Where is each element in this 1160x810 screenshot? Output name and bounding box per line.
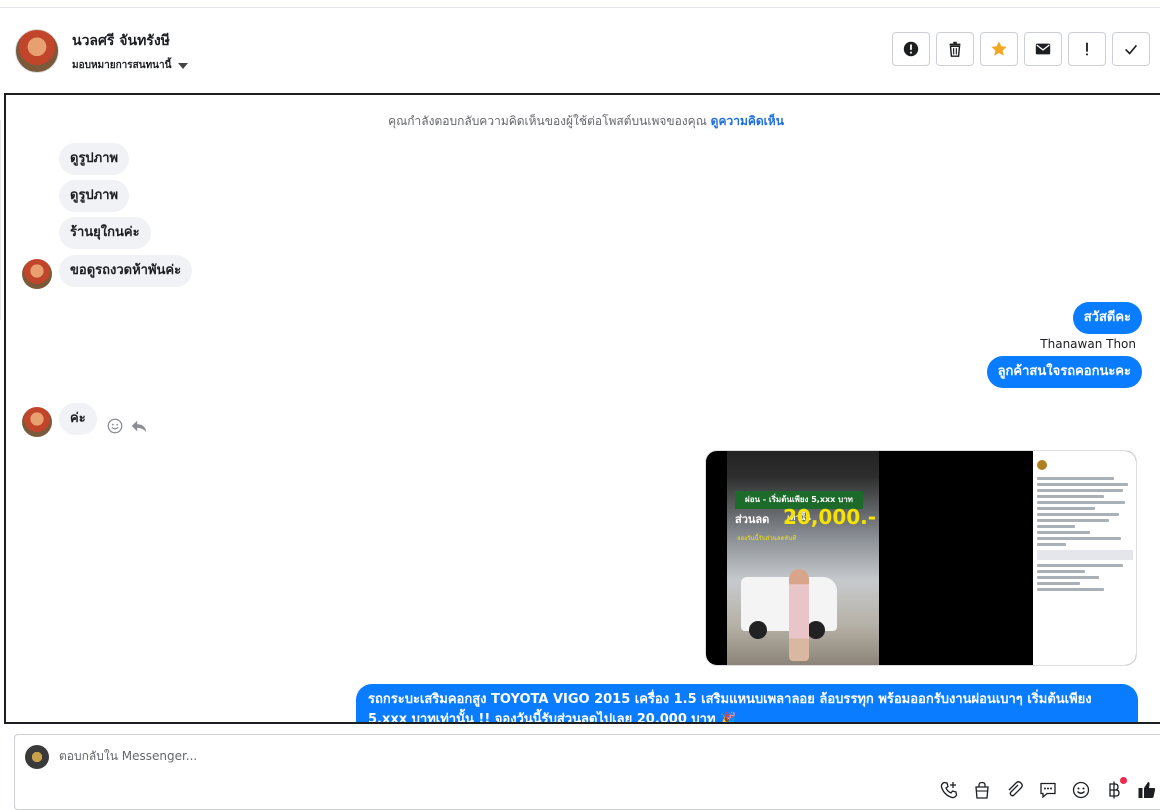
contact-avatar-small[interactable] [22,407,52,437]
assign-label: มอบหมายการสนทนานี้ [72,60,172,71]
contact-avatar[interactable] [15,29,59,73]
post-text-line [1037,501,1126,504]
star-icon [991,41,1007,56]
discount-price: 20,000.- [783,505,877,529]
person-image [789,569,809,661]
call-button[interactable] [938,779,960,801]
mark-unread-button[interactable] [1024,32,1062,66]
incoming-message[interactable]: ขอดูรถงวดห้าพันค่ะ [59,255,193,287]
notification-dot [1120,777,1127,784]
phone-add-icon [940,781,958,799]
post-text-line [1037,489,1124,492]
page-avatar-mini [1037,460,1047,470]
check-icon [1125,44,1138,55]
bag-icon [975,781,989,799]
post-text-line [1037,582,1081,585]
header-actions [892,32,1150,66]
truck-wheel [807,621,825,639]
contact-avatar-small[interactable] [22,259,52,289]
sender-name: Thanawan Thon [1040,337,1136,351]
message-actions [106,417,148,435]
mark-done-button[interactable] [1112,32,1150,66]
post-text-line [1037,588,1105,591]
video-thumbnail[interactable]: ผ่อน - เริ่มต้นเพียง 5,xxx บาทเท่านั้น ส… [727,451,879,665]
outgoing-message[interactable]: สวัสดีคะ [1072,302,1142,334]
emoji-icon [1072,781,1090,799]
reply-composer [14,734,1160,810]
post-text-line [1037,513,1119,516]
post-text-line [1037,564,1124,567]
post-text-line [1037,537,1122,540]
post-text-line [1037,495,1105,498]
post-text-line [1037,531,1090,534]
post-text-line [1037,507,1095,510]
incoming-message[interactable]: ค่ะ [59,403,97,435]
page-avatar [25,745,49,769]
chevron-down-icon [178,62,189,69]
incoming-message[interactable]: ร้านยุใกนค่ะ [59,217,151,249]
shop-button[interactable] [971,779,993,801]
reply-icon[interactable] [130,417,148,435]
conversation-header: นวลศรี จันทรังษี มอบหมายการสนทนานี้ [0,8,1160,92]
contact-name[interactable]: นวลศรี จันทรังษี [72,30,170,52]
saved-replies-button[interactable] [1037,779,1059,801]
message-thread[interactable]: คุณกำลังตอบกลับความคิดเห็นของผู้ใช้ต่อโพ… [4,93,1160,724]
shared-post-attachment[interactable]: ผ่อน - เริ่มต้นเพียง 5,xxx บาทเท่านั้น ส… [705,450,1137,666]
exclamation-icon [1086,42,1088,56]
view-comment-link[interactable]: ดูความคิดเห็น [711,114,784,128]
post-action-bar [1037,550,1133,560]
chat-bubble-icon [1040,782,1056,799]
post-text-line [1037,576,1100,579]
incoming-message[interactable]: ดูรูปภาพ [59,180,130,212]
alert-circle-icon [903,41,919,57]
post-text-line [1037,525,1076,528]
messenger-inbox: นวลศรี จันทรังษี มอบหมายการสนทนานี้ คุณก… [0,0,1160,810]
incoming-message[interactable]: ดูรูปภาพ [59,143,130,175]
trash-icon [949,41,961,57]
post-text-line [1037,543,1066,546]
left-divider [0,120,1,320]
paperclip-icon [1008,781,1023,797]
delete-button[interactable] [936,32,974,66]
post-text-line [1037,570,1085,573]
like-button[interactable] [1136,779,1158,801]
post-text-line [1037,483,1129,486]
post-text-line [1037,477,1114,480]
reply-notice-text: คุณกำลังตอบกลับความคิดเห็นของผู้ใช้ต่อโพ… [388,114,707,128]
outgoing-message-long[interactable]: รถกระบะเสริมคอกสูง TOYOTA VIGO 2015 เครื… [356,684,1138,722]
thumbs-up-icon [1138,782,1156,798]
follow-up-button[interactable] [1068,32,1106,66]
star-button[interactable] [980,32,1018,66]
assign-conversation-dropdown[interactable]: มอบหมายการสนทนานี้ [72,58,189,73]
attach-button[interactable] [1004,779,1026,801]
emoji-button[interactable] [1070,779,1092,801]
reply-input[interactable] [59,749,939,763]
post-text-line [1037,519,1109,522]
payment-button[interactable] [1103,777,1127,801]
spam-button[interactable] [892,32,930,66]
outgoing-message[interactable]: ลูกค้าสนใจรถคอกนะคะ [986,356,1142,388]
reply-notice: คุณกำลังตอบกลับความคิดเห็นของผู้ใช้ต่อโพ… [6,112,1160,131]
discount-subtext: จองวันนี้รับส่วนลดทันที [737,535,797,542]
envelope-icon [1035,43,1051,55]
emoji-react-icon[interactable] [106,417,124,435]
truck-wheel [749,621,767,639]
post-preview [1033,451,1136,665]
composer-tools [938,777,1158,801]
